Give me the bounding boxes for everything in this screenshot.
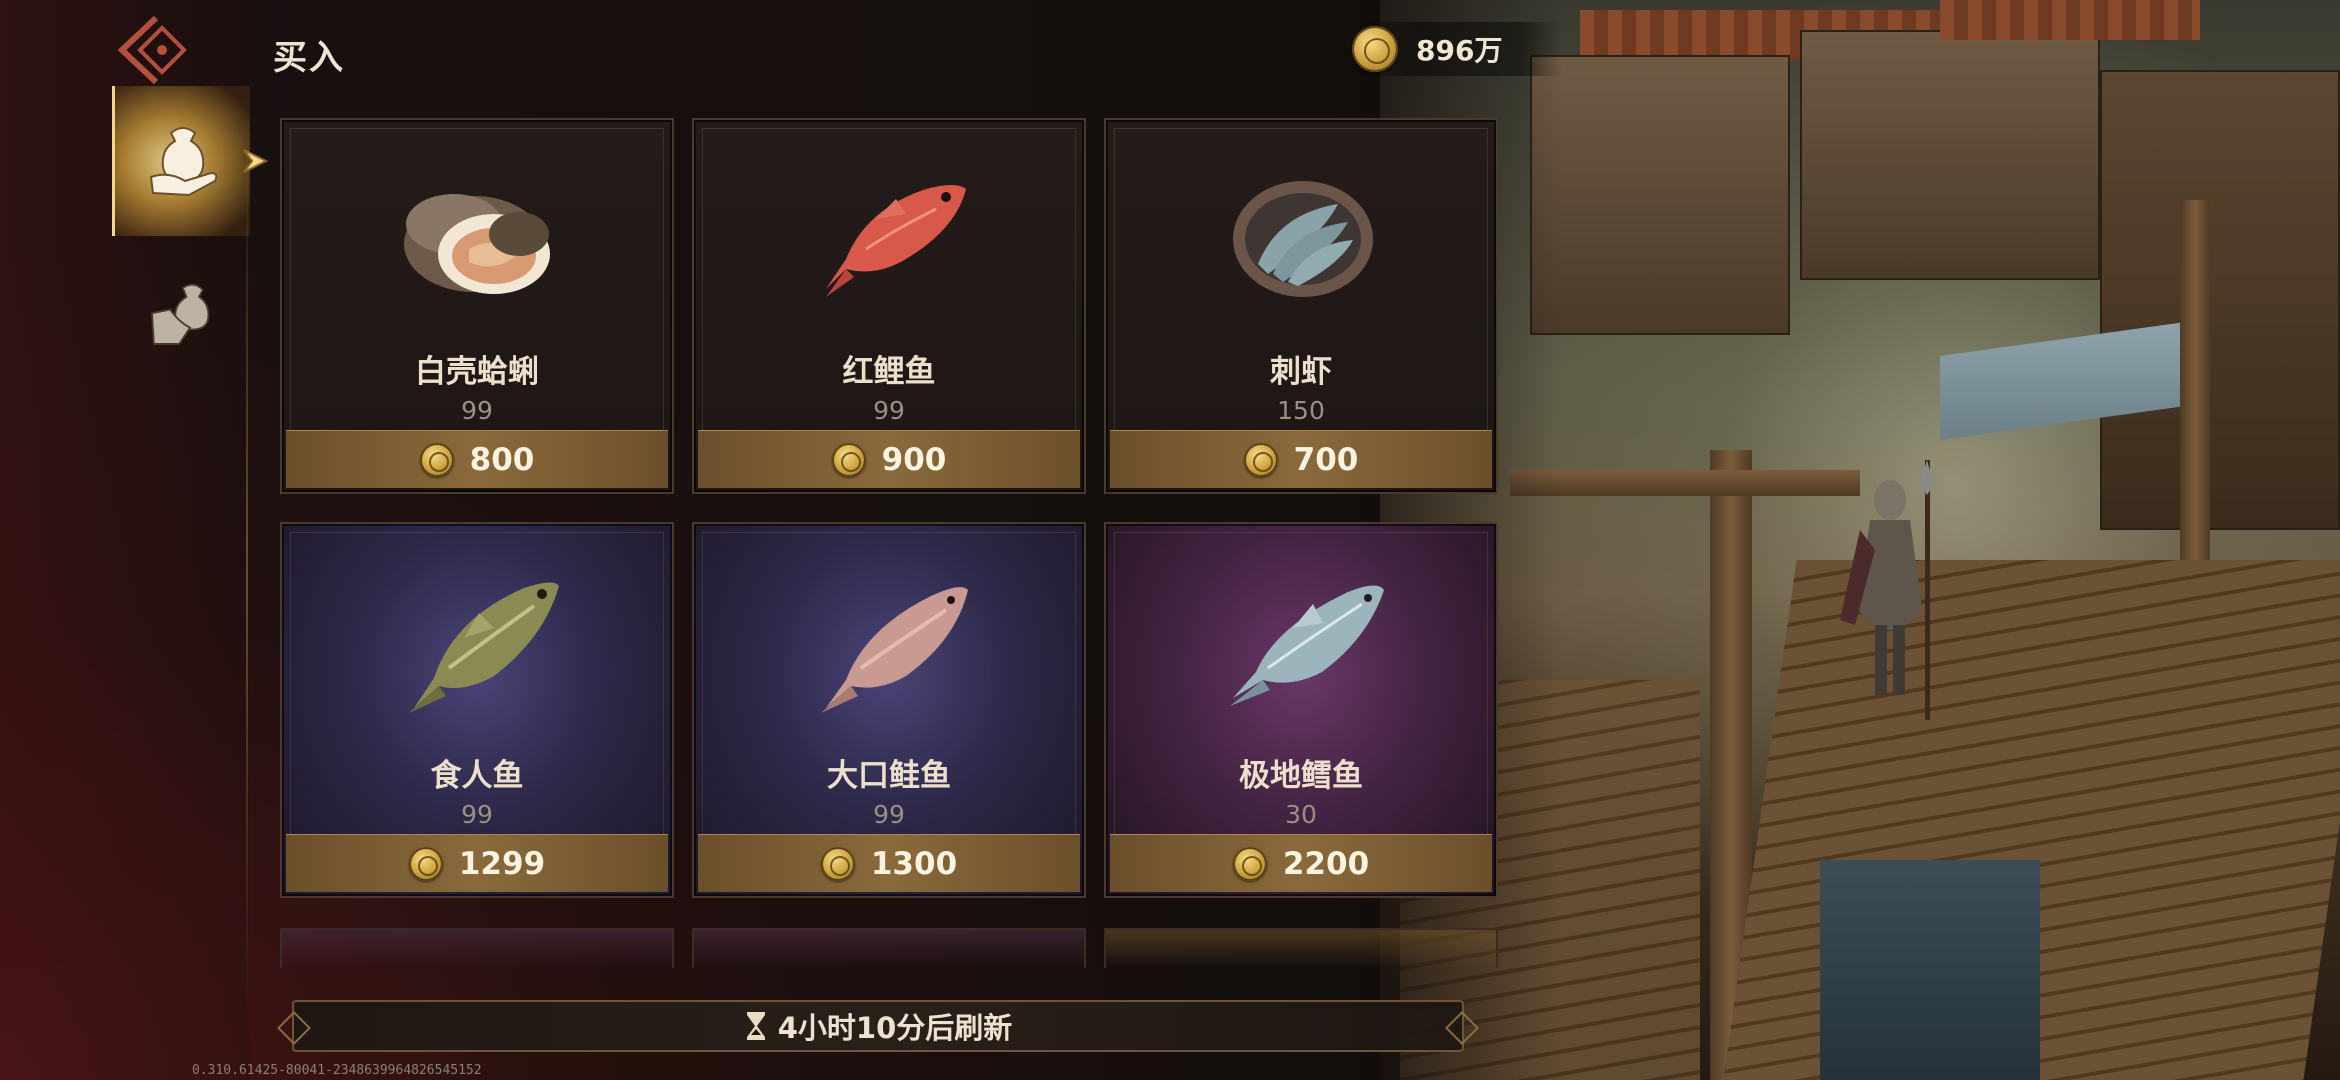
shop-item-card[interactable]: 刺虾 150 700 [1104,118,1498,494]
money-bag-hand-icon [149,127,217,197]
cod-icon [1203,558,1403,728]
price-bar: 1300 [698,834,1080,892]
shop-item-card[interactable]: 食人鱼 99 1299 [280,522,674,898]
item-price: 800 [469,441,535,478]
shop-item-card[interactable]: 大口鲑鱼 99 1300 [692,522,1086,898]
item-stock: 150 [1277,396,1325,425]
back-arrow-icon [117,15,187,85]
bass-fish-icon [379,558,579,728]
page-title: 买入 [273,38,345,78]
item-price: 700 [1293,441,1359,478]
item-name: 极地鳕鱼 [1239,758,1363,794]
item-price: 1299 [458,845,546,882]
warrior-character [1840,460,1934,720]
item-price: 2200 [1282,845,1370,882]
refresh-timer-text: 4小时10分后刷新 [777,1011,1013,1045]
item-stock: 99 [873,800,905,829]
gold-coin-icon [1232,846,1267,881]
gold-coin-icon [419,442,454,477]
shop-item-card[interactable]: 红鲤鱼 99 900 [692,118,1086,494]
gold-coin-icon [408,846,443,881]
item-name: 大口鲑鱼 [827,758,951,794]
shop-item-card[interactable]: 白壳蛤蜊 99 800 [280,118,674,494]
shrimp-icon [1203,154,1403,324]
back-button[interactable] [117,14,198,86]
hourglass-icon [746,1012,765,1040]
price-bar: 2200 [1110,834,1492,892]
version-text: 0.310.61425-80041-2348639964826545152 [192,1063,482,1078]
clam-icon [379,154,579,324]
currency-value: 896万 [1416,34,1503,67]
item-name: 白壳蛤蜊 [415,354,539,390]
refresh-timer-bar: 4小时10分后刷新 [292,1000,1464,1052]
price-bar: 900 [698,430,1080,488]
shop-item-card-partial[interactable] [692,928,1086,968]
buy-tab[interactable] [112,86,269,236]
shop-item-card-partial[interactable] [280,928,674,968]
red-snapper-icon [791,154,991,324]
currency-display: 896万 [1352,22,1563,76]
sell-tab[interactable] [112,245,250,385]
shop-item-card[interactable]: 极地鳕鱼 30 2200 [1104,522,1498,898]
shop-item-card-partial[interactable] [1104,928,1498,968]
item-stock: 30 [1285,800,1317,829]
tab-selected-arrow-icon [243,149,269,173]
item-stock: 99 [461,800,493,829]
item-price: 1300 [870,845,958,882]
price-bar: 700 [1110,430,1492,488]
price-bar: 1299 [286,834,668,892]
item-stock: 99 [873,396,905,425]
gold-coin-icon [831,442,866,477]
hand-bag-icon [151,283,210,345]
gold-coin-icon [820,846,855,881]
price-bar: 800 [286,430,668,488]
item-name: 刺虾 [1270,354,1332,390]
gold-coin-icon [1243,442,1278,477]
trout-icon [791,558,991,728]
item-price: 900 [881,441,947,478]
item-stock: 99 [461,396,493,425]
item-name: 食人鱼 [430,758,524,794]
item-name: 红鲤鱼 [842,354,936,390]
gold-coin-icon [1352,26,1398,72]
